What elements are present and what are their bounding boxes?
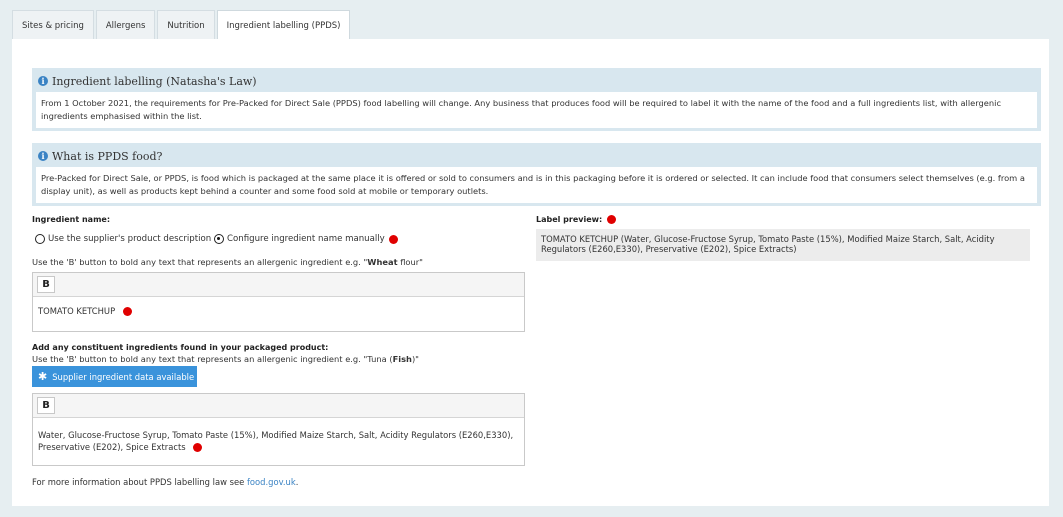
page-background: Sites & pricing Allergens Nutrition Ingr…	[0, 0, 1063, 517]
red-dot-marker	[192, 443, 202, 452]
label-preview-box: TOMATO KETCHUP (Water, Glucose-Fructose …	[536, 229, 1030, 261]
supplier-ingredient-data-button[interactable]: ✱ Supplier ingredient data available	[32, 366, 197, 387]
info-box-what-is-ppds: i What is PPDS food? Pre-Packed for Dire…	[32, 143, 1041, 206]
hint-bold-example: Wheat	[367, 257, 398, 267]
radio-manual-label: Configure ingredient name manually	[227, 234, 385, 244]
ingredient-name-label: Ingredient name:	[32, 215, 111, 224]
bold-button[interactable]: B	[37, 397, 55, 414]
radio-supplier-description[interactable]	[35, 234, 45, 244]
radio-option-supplier[interactable]: Use the supplier's product description	[35, 234, 211, 244]
info-box-title: i Ingredient labelling (Natasha's Law)	[36, 72, 1037, 90]
constituents-hint: Use the 'B' button to bold any text that…	[32, 354, 419, 364]
info-title-text: What is PPDS food?	[52, 149, 163, 163]
footer-text: For more information about PPDS labellin…	[32, 477, 247, 487]
bold-button[interactable]: B	[37, 276, 55, 293]
tab-ingredient-labelling[interactable]: Ingredient labelling (PPDS)	[216, 10, 351, 40]
hint-text: Use the 'B' button to bold any text that…	[32, 257, 368, 267]
constituents-value: Water, Glucose-Fructose Syrup, Tomato Pa…	[38, 430, 514, 452]
label-preview-label: Label preview:	[536, 215, 603, 224]
constituents-editor: B Water, Glucose-Fructose Syrup, Tomato …	[32, 393, 525, 466]
editor-toolbar: B	[33, 394, 524, 418]
red-dot-marker	[123, 307, 133, 316]
ingredient-name-hint: Use the 'B' button to bold any text that…	[32, 257, 423, 267]
footer-info: For more information about PPDS labellin…	[32, 477, 298, 487]
red-dot-marker	[388, 234, 398, 244]
tab-nutrition[interactable]: Nutrition	[157, 10, 215, 40]
supplier-button-label: Supplier ingredient data available	[52, 371, 195, 382]
ingredient-name-editor: B TOMATO KETCHUP	[32, 272, 525, 332]
info-circle-icon: i	[38, 76, 48, 86]
tab-bar: Sites & pricing Allergens Nutrition Ingr…	[12, 10, 352, 40]
tab-sites-pricing[interactable]: Sites & pricing	[12, 10, 94, 40]
food-gov-uk-link[interactable]: food.gov.uk	[247, 477, 296, 487]
hint-text-suffix: )"	[411, 354, 419, 364]
ingredient-name-value: TOMATO KETCHUP	[38, 306, 116, 316]
editor-toolbar: B	[33, 273, 524, 297]
ingredient-name-input[interactable]: TOMATO KETCHUP	[33, 297, 524, 325]
info-circle-icon: i	[38, 151, 48, 161]
info-box-body: From 1 October 2021, the requirements fo…	[36, 92, 1037, 128]
radio-configure-manually[interactable]	[214, 234, 224, 244]
tab-panel: i Ingredient labelling (Natasha's Law) F…	[12, 39, 1049, 506]
info-box-title: i What is PPDS food?	[36, 147, 1037, 165]
info-title-text: Ingredient labelling (Natasha's Law)	[52, 74, 257, 88]
tab-allergens[interactable]: Allergens	[95, 10, 156, 40]
constituents-label: Add any constituent ingredients found in…	[32, 343, 329, 352]
label-preview-heading: Label preview:	[536, 215, 617, 225]
footer-suffix: .	[295, 477, 299, 487]
hint-text: Use the 'B' button to bold any text that…	[32, 354, 393, 364]
hint-bold-example: Fish	[392, 354, 412, 364]
red-dot-marker	[607, 215, 617, 224]
radio-supplier-label: Use the supplier's product description	[48, 234, 212, 244]
info-box-body: Pre-Packed for Direct Sale, or PPDS, is …	[36, 167, 1037, 203]
hint-text-suffix: flour"	[397, 257, 423, 267]
radio-option-manual[interactable]: Configure ingredient name manually	[214, 234, 398, 244]
asterisk-icon: ✱	[38, 370, 48, 383]
info-box-natashas-law: i Ingredient labelling (Natasha's Law) F…	[32, 68, 1041, 131]
constituents-input[interactable]: Water, Glucose-Fructose Syrup, Tomato Pa…	[33, 418, 524, 461]
